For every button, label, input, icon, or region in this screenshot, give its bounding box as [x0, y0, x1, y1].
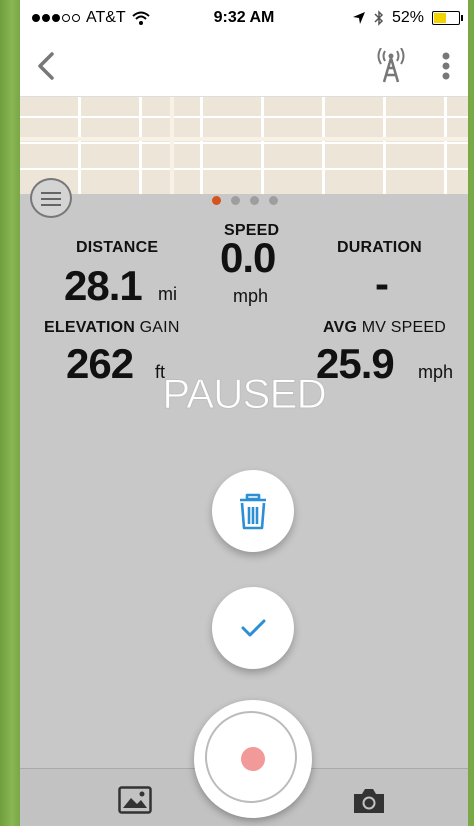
avg-moving-speed-label: AVG MV SPEED [323, 319, 446, 337]
route-map[interactable] [20, 97, 468, 194]
elevation-gain-label: ELEVATION GAIN [44, 319, 180, 337]
delete-button[interactable] [212, 470, 294, 552]
trash-icon [240, 493, 266, 530]
elevation-label-rest: GAIN [139, 319, 180, 336]
navigation-bar [20, 36, 468, 97]
map-road [20, 137, 468, 141]
background-edge-right [468, 0, 474, 826]
map-layers-button[interactable] [30, 178, 72, 218]
avg-label-bold: AVG [323, 319, 358, 336]
duration-label: DURATION [337, 239, 422, 256]
distance-value: 28.1 [64, 262, 143, 309]
location-arrow-icon [352, 12, 365, 24]
page-dot[interactable] [212, 196, 221, 205]
page-dot[interactable] [231, 196, 240, 205]
checkmark-icon [241, 619, 266, 637]
app-screen: AT&T 9:32 AM 52% DISTANCE 28.1 mi SPEED … [20, 0, 468, 826]
battery-percent: 52% [391, 9, 424, 26]
page-dot[interactable] [269, 196, 278, 205]
page-dot[interactable] [250, 196, 259, 205]
more-options-icon[interactable] [438, 48, 454, 84]
back-chevron-icon[interactable] [32, 48, 62, 84]
duration-value: - [375, 260, 389, 307]
record-dot-icon [241, 747, 265, 771]
speed-unit: mph [233, 286, 269, 306]
record-button[interactable] [194, 700, 312, 818]
save-ride-button[interactable] [212, 587, 294, 669]
elevation-label-bold: ELEVATION [44, 319, 135, 336]
map-road [170, 97, 174, 194]
antenna-tower-icon[interactable] [376, 48, 406, 84]
camera-icon[interactable] [352, 787, 386, 815]
distance-label: DISTANCE [76, 239, 159, 256]
distance-unit: mi [158, 284, 177, 304]
photo-gallery-icon[interactable] [118, 786, 152, 814]
speed-value: 0.0 [220, 234, 276, 281]
background-edge [0, 0, 20, 826]
paused-overlay-text: PAUSED [162, 370, 328, 418]
status-bar: AT&T 9:32 AM 52% [20, 0, 468, 36]
avg-label-rest: MV SPEED [361, 319, 447, 336]
page-indicator[interactable] [212, 196, 278, 205]
battery-icon [432, 11, 463, 25]
bluetooth-icon [374, 10, 384, 26]
